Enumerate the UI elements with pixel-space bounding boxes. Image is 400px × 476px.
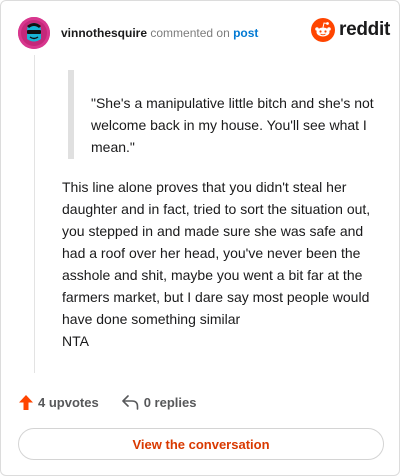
- comment-body: This line alone proves that you didn't s…: [62, 179, 371, 327]
- reddit-wordmark: reddit: [339, 19, 390, 40]
- avatar-icon: [18, 17, 50, 49]
- thread-line: [34, 55, 35, 373]
- username-link[interactable]: vinnothesquire: [61, 26, 147, 40]
- quoted-text: "She's a manipulative little bitch and s…: [91, 95, 374, 155]
- commented-on-text: commented on: [150, 26, 230, 40]
- reply-arrow-icon: [121, 395, 138, 410]
- upvote-button[interactable]: 4 upvotes: [19, 395, 99, 410]
- reply-count: 0 replies: [143, 395, 197, 410]
- comment-embed-card: vinnothesquire commented on post reddit …: [0, 0, 400, 476]
- reddit-alien-icon: [311, 18, 335, 42]
- blockquote-bar: [68, 70, 74, 159]
- reddit-logo[interactable]: reddit: [311, 18, 390, 42]
- user-avatar[interactable]: [18, 17, 50, 49]
- upvote-arrow-icon: [19, 395, 33, 410]
- comment-verdict: NTA: [62, 333, 89, 349]
- post-link[interactable]: post: [233, 26, 258, 40]
- upvote-count: 4 upvotes: [38, 395, 99, 410]
- comment-header: vinnothesquire commented on post: [61, 26, 258, 40]
- comment-actions: 4 upvotes 0 replies: [19, 395, 196, 410]
- view-conversation-button[interactable]: View the conversation: [18, 428, 384, 460]
- replies-button[interactable]: 0 replies: [121, 395, 197, 410]
